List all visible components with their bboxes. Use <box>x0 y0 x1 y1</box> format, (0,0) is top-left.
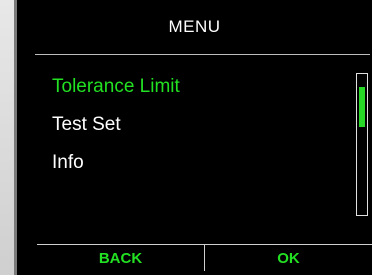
menu-list: Tolerance Limit Test Set Info <box>52 72 180 186</box>
device-screen: MENU Tolerance Limit Test Set Info BACK … <box>14 0 372 275</box>
menu-item-tolerance-limit[interactable]: Tolerance Limit <box>52 72 180 110</box>
menu-item-test-set[interactable]: Test Set <box>52 110 180 148</box>
scrollbar[interactable] <box>356 73 368 216</box>
ok-button[interactable]: OK <box>204 245 372 271</box>
back-button[interactable]: BACK <box>37 245 204 271</box>
menu-title: MENU <box>168 17 221 36</box>
scrollbar-thumb[interactable] <box>359 87 365 127</box>
device-bezel <box>0 0 14 275</box>
menu-item-info[interactable]: Info <box>52 148 180 186</box>
header-divider <box>35 54 370 55</box>
softkey-bar: BACK OK <box>37 244 372 271</box>
